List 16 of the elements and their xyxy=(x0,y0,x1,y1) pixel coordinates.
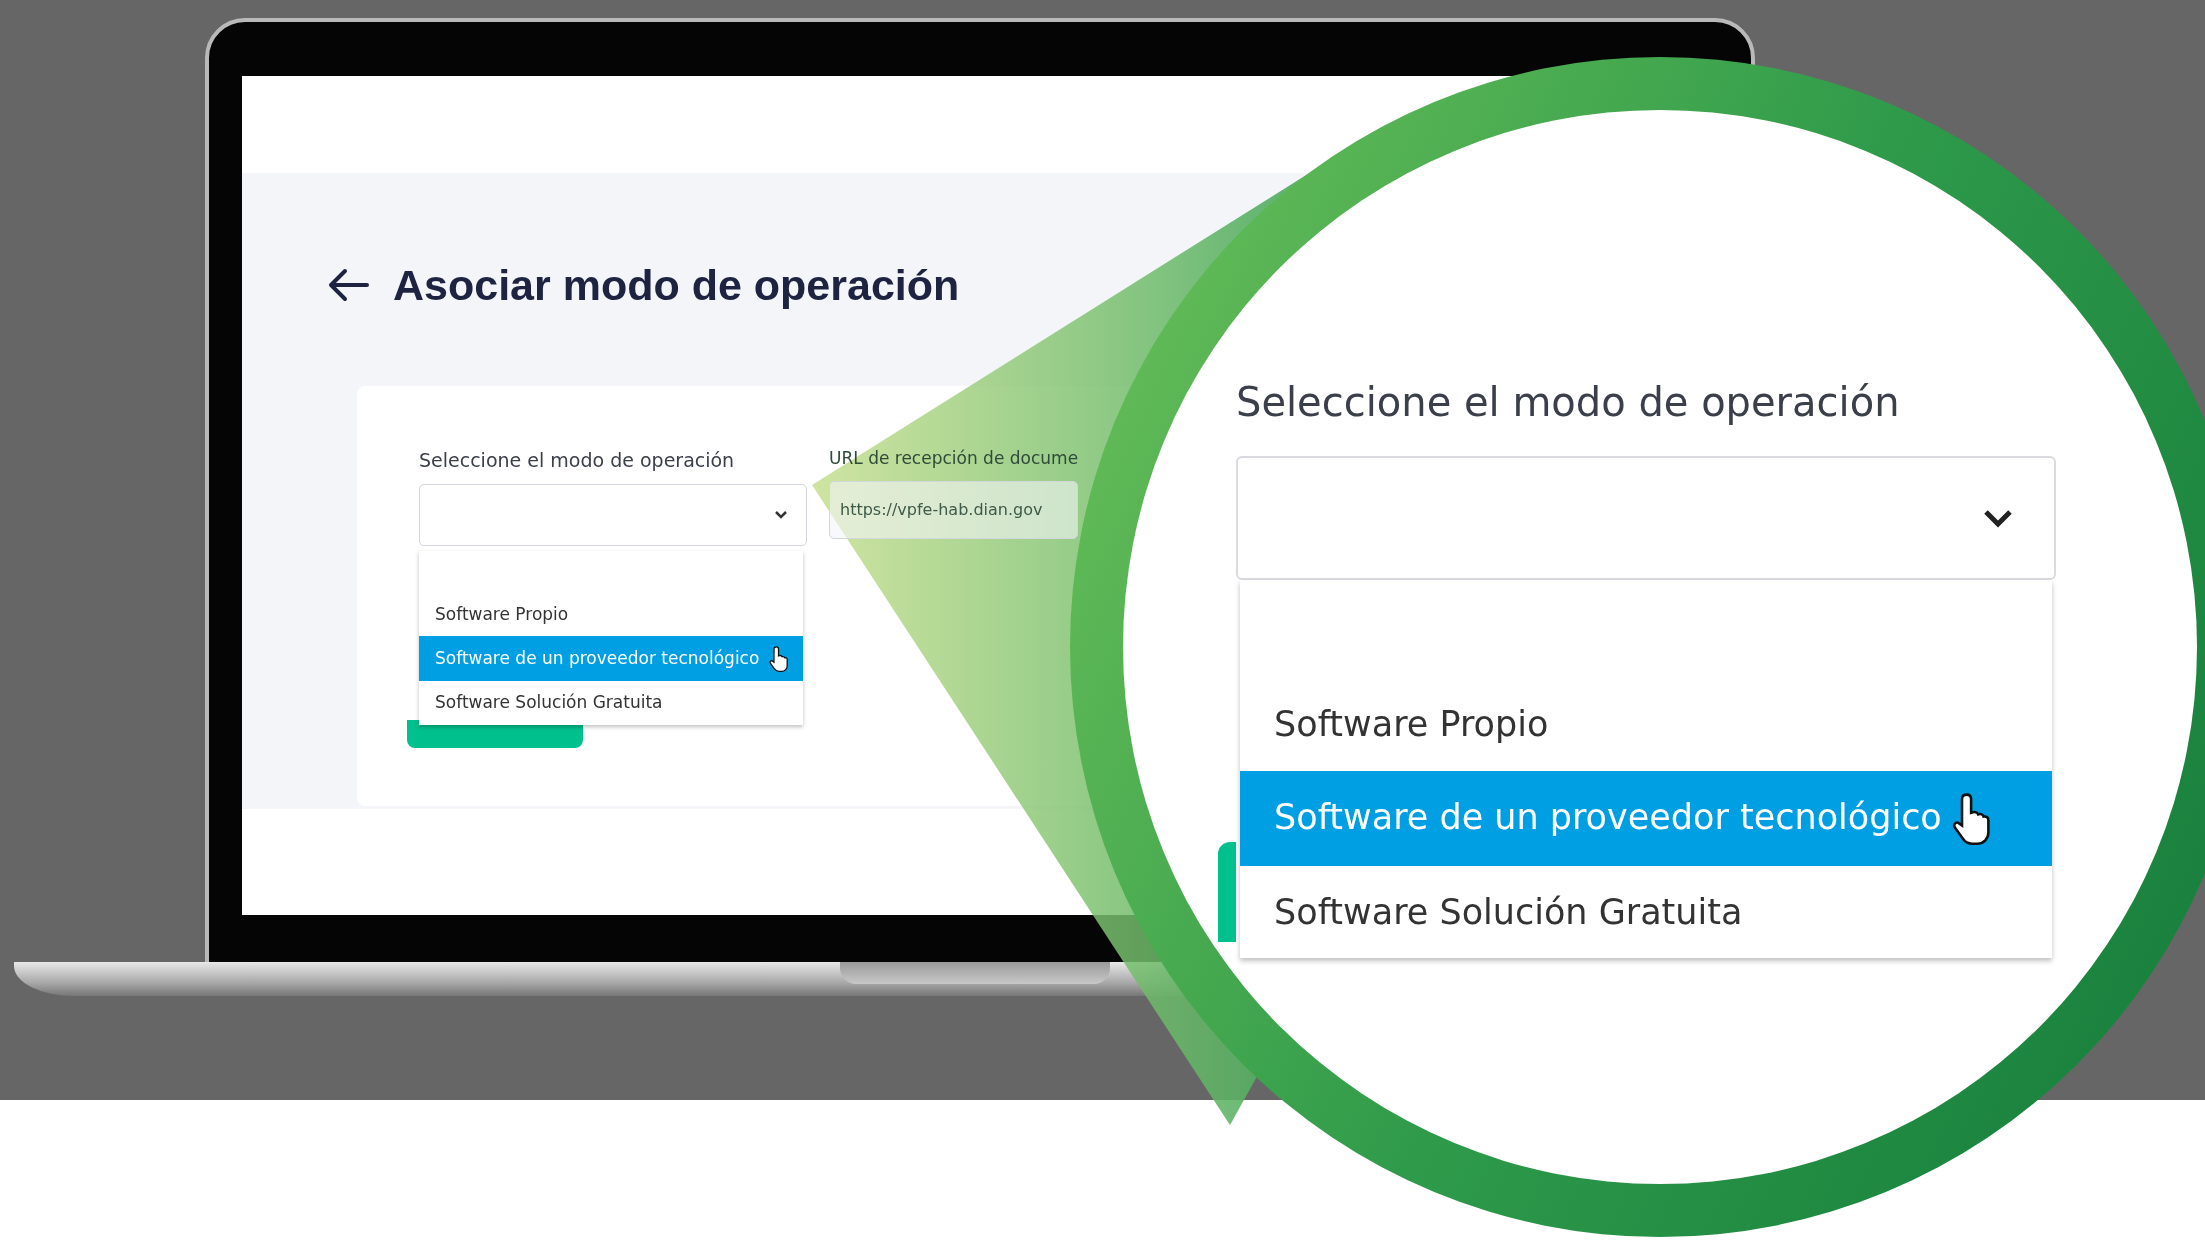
page-title: Asociar modo de operación xyxy=(393,260,960,311)
field-label: Seleccione el modo de operación xyxy=(1236,378,1901,427)
mode-select[interactable] xyxy=(1236,456,2056,580)
url-field[interactable]: https://vpfe-hab.dian.gov xyxy=(829,481,1079,539)
dropdown-option[interactable]: Software Propio xyxy=(1240,678,2052,771)
mode-select[interactable] xyxy=(419,484,807,546)
chevron-down-icon xyxy=(774,510,788,520)
pointer-hand-icon xyxy=(769,645,790,673)
chevron-down-icon xyxy=(1982,508,2014,528)
back-arrow-icon[interactable] xyxy=(327,267,369,304)
dropdown-option[interactable]: Software Propio xyxy=(419,592,803,636)
dropdown-option[interactable]: Software Solución Gratuita xyxy=(419,681,803,725)
pointer-hand-icon xyxy=(1951,791,1992,846)
field-label: URL de recepción de docume xyxy=(829,446,1079,470)
dropdown-option[interactable]: Software Solución Gratuita xyxy=(1240,865,2052,959)
field-label: Seleccione el modo de operación xyxy=(419,447,736,473)
